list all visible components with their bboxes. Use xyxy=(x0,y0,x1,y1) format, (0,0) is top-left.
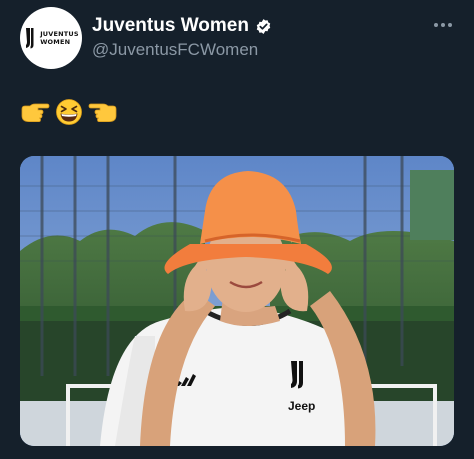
pointing-left-hand-icon xyxy=(88,103,117,122)
profile-avatar[interactable]: JUVENTUS WOMEN xyxy=(20,7,82,69)
account-handle[interactable]: @JuventusFCWomen xyxy=(92,40,258,60)
shirt-sponsor: Jeep xyxy=(288,399,315,413)
account-name-row: Juventus Women xyxy=(92,15,272,37)
grinning-squinting-face-icon xyxy=(56,99,82,125)
verified-badge-icon xyxy=(256,18,271,34)
juventus-women-logo: JUVENTUS WOMEN xyxy=(23,27,79,49)
display-name[interactable]: Juventus Women xyxy=(92,15,249,37)
avatar-wordmark-line2: WOMEN xyxy=(40,38,71,46)
more-options-icon[interactable] xyxy=(432,18,454,32)
tweet-text xyxy=(20,98,118,126)
photo-scene: Jeep xyxy=(20,156,454,446)
pointing-right-hand-icon xyxy=(21,103,50,122)
juventus-j-icon xyxy=(26,28,34,49)
avatar-wordmark-line1: JUVENTUS xyxy=(40,30,79,38)
tweet-media-photo[interactable]: Jeep xyxy=(20,156,454,446)
